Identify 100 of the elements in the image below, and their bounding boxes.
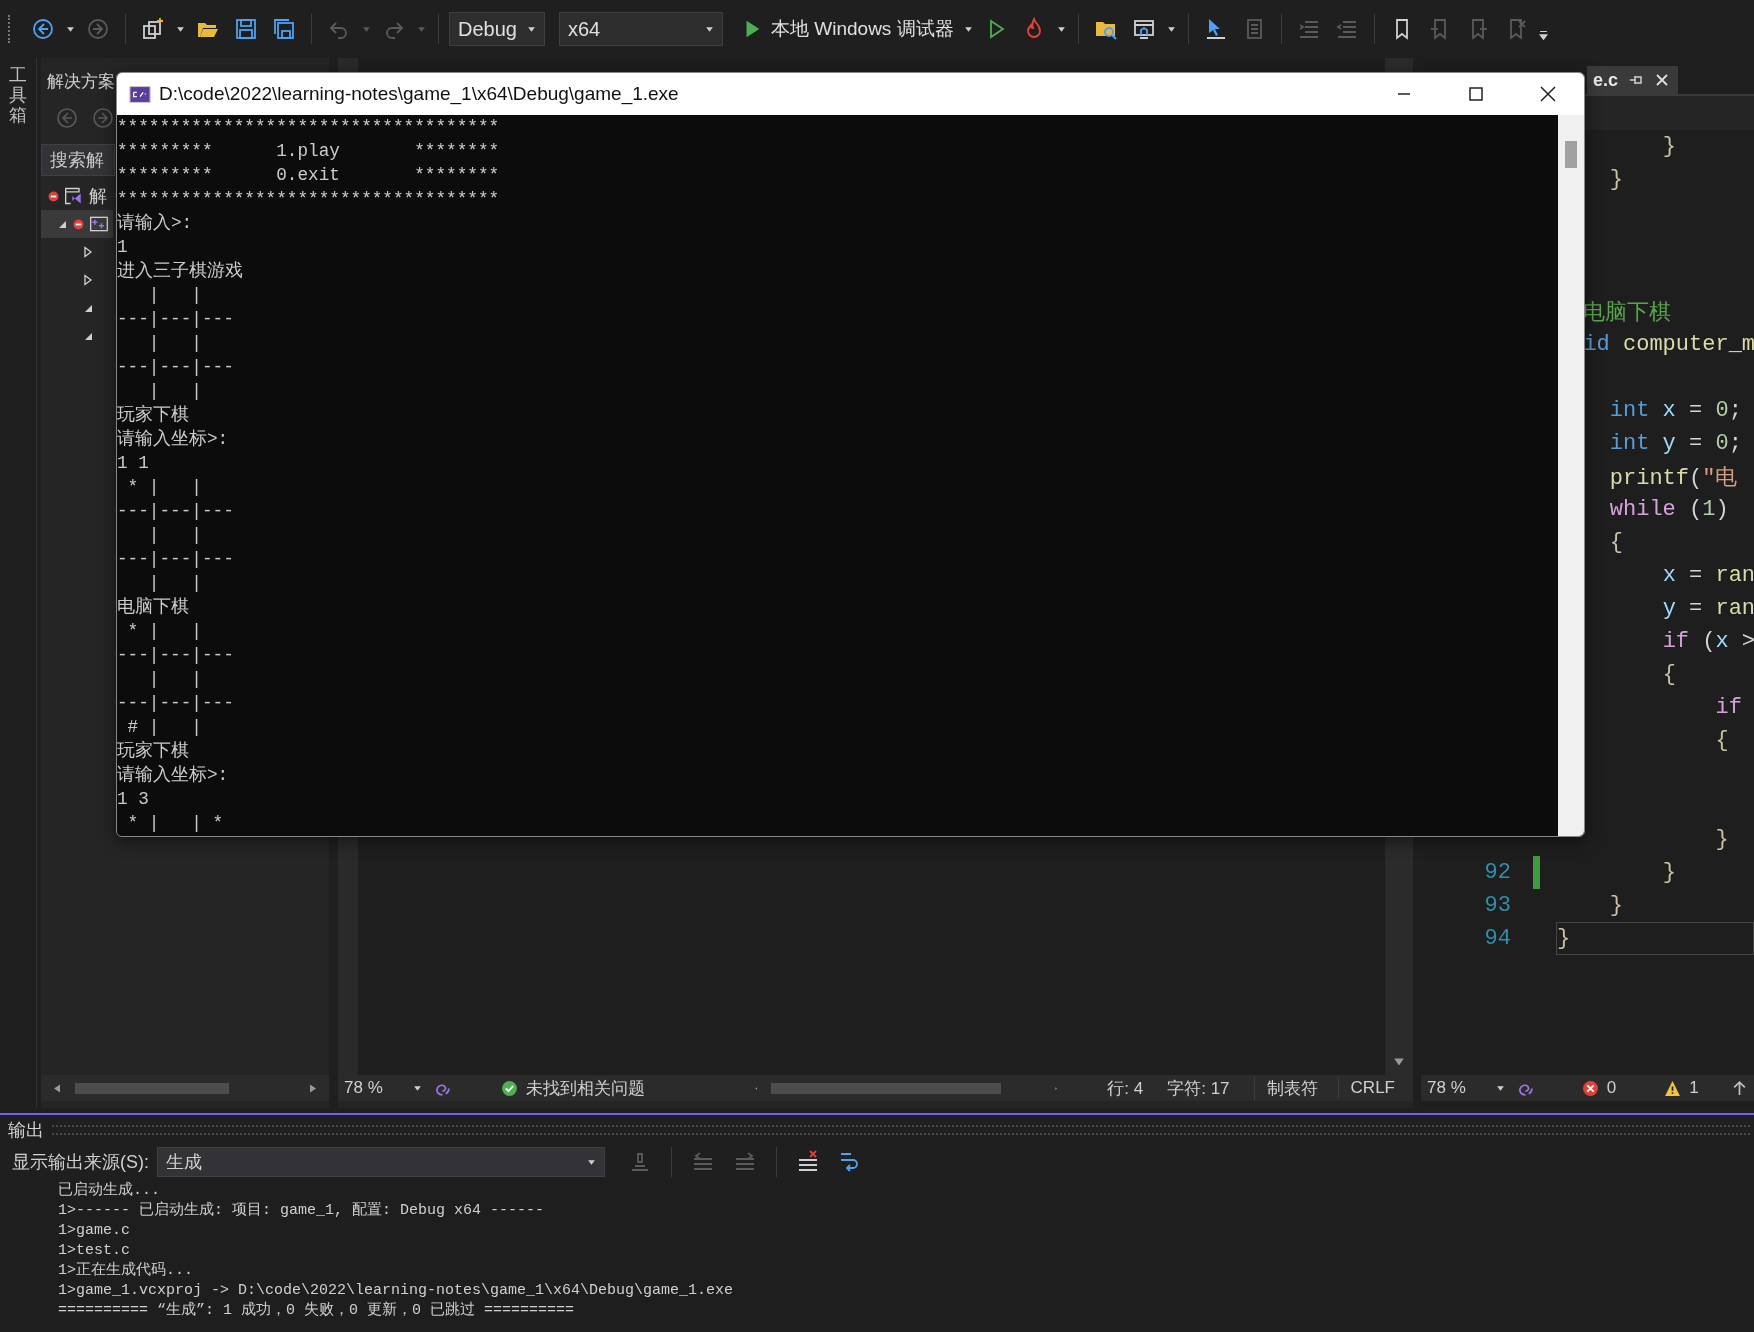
caret-icon[interactable]: [587, 1157, 596, 1167]
code-line: int y = 0;: [1609, 431, 1742, 456]
console-line: 请输入坐标>:: [117, 764, 230, 787]
code-line: printf("电: [1609, 464, 1738, 492]
scroll-down-icon[interactable]: [1393, 1057, 1405, 1067]
minus-icon: [73, 218, 84, 230]
console-line: * | |: [126, 620, 203, 643]
window-title: D:\code\2022\learning-notes\game_1\x64\Debug\game_1.exe: [159, 83, 679, 105]
console-line: ********* 1.play ********: [117, 140, 501, 163]
caret-icon[interactable]: [1166, 24, 1176, 34]
output-line: 1>test.c: [58, 1241, 131, 1261]
console-line: ---|---|---: [117, 548, 235, 571]
code-line: while (1): [1609, 497, 1729, 522]
clear-all-icon[interactable]: [796, 1150, 820, 1174]
up-arrow-icon[interactable]: [1731, 1079, 1748, 1097]
caret-icon[interactable]: [412, 1083, 422, 1093]
column-indicator[interactable]: 字符: 17: [1167, 1076, 1230, 1100]
console-line: 请输入>:: [117, 212, 194, 235]
caret-icon[interactable]: [527, 24, 536, 34]
issues-status[interactable]: 未找到相关问题: [525, 1076, 645, 1100]
console-line: 请输入坐标>:: [117, 428, 230, 451]
panel-title: 输出: [8, 1119, 44, 1142]
console-line: ---|---|---: [117, 356, 235, 379]
save-all-icon[interactable]: [272, 17, 296, 41]
warning-icon: [1664, 1079, 1682, 1097]
console-line: ************************************: [117, 116, 501, 139]
expand-icon[interactable]: [82, 274, 94, 286]
code-line: }: [1715, 827, 1729, 852]
caret-icon[interactable]: [963, 24, 973, 34]
line-ending-indicator[interactable]: CRLF: [1337, 1078, 1407, 1098]
console-line: | |: [147, 572, 203, 595]
output-line: 1>正在生成代码...: [58, 1261, 194, 1281]
file-tab[interactable]: e.c: [1587, 66, 1679, 94]
search-field[interactable]: 搜索解: [41, 144, 115, 176]
caret-icon[interactable]: [66, 24, 75, 34]
zoom-dropdown[interactable]: 78 %: [1427, 1078, 1509, 1098]
output-line: 1>game_1.vcxproj -> D:\code\2022\learning-notes\game_1\x64\Debug\game_1.exe: [58, 1281, 735, 1301]
expand-icon[interactable]: [82, 246, 94, 258]
line-number: 93: [1484, 893, 1511, 918]
console-line: ---|---|---: [117, 692, 235, 715]
solution-icon: [64, 186, 84, 206]
window-icon[interactable]: [1131, 17, 1156, 41]
caret-icon[interactable]: [176, 24, 185, 34]
code-line: if: [1715, 695, 1742, 720]
line-indicator[interactable]: 行: 4: [1107, 1076, 1144, 1100]
run-button[interactable]: 本地 Windows 调试器: [737, 16, 958, 42]
code-line: id computer_m: [1583, 332, 1754, 357]
console-line: ************************************: [117, 188, 501, 211]
code-line: }: [1609, 167, 1623, 192]
code-line: }: [1609, 893, 1623, 918]
tree-item[interactable]: 解: [41, 182, 111, 210]
line-number: 92: [1484, 860, 1511, 885]
scrollbar-thumb[interactable]: [1565, 141, 1577, 168]
caret-icon[interactable]: [705, 24, 714, 34]
scroll-right-icon[interactable]: [309, 1082, 317, 1094]
console-line: | |: [147, 284, 203, 307]
console-line: | |: [147, 668, 203, 691]
scrollbar-thumb[interactable]: [771, 1082, 1001, 1094]
console-line: * | | *: [126, 812, 225, 835]
console-line: ---|---|---: [117, 308, 235, 331]
console-line: 1 1: [117, 452, 150, 475]
minus-icon: [48, 190, 59, 202]
console-line: ********* 0.exit ********: [117, 164, 501, 187]
back-icon[interactable]: [31, 17, 55, 41]
output-line: ========== “生成”: 1 成功，0 失败，0 更新，0 已跳过 ==========: [58, 1301, 576, 1321]
save-icon[interactable]: [234, 17, 258, 41]
console-line: * | |: [126, 476, 203, 499]
console-line: 玩家下棋: [117, 740, 190, 763]
code-line: {: [1715, 728, 1729, 753]
error-icon: [1581, 1079, 1599, 1097]
warning-count[interactable]: 1: [1689, 1078, 1699, 1098]
scroll-left-icon[interactable]: [53, 1082, 61, 1094]
forward-icon[interactable]: [91, 106, 115, 130]
code-line: int x = 0;: [1609, 398, 1742, 423]
code-line: y = ran: [1662, 596, 1754, 621]
close-icon[interactable]: [1654, 72, 1671, 88]
console-line: 玩家下棋: [117, 404, 190, 427]
console-line: 电脑下棋: [117, 596, 190, 619]
code-line: 电脑下棋: [1583, 299, 1672, 327]
console-line: 1 3: [117, 788, 150, 811]
toolbox-tab[interactable]: 工具箱: [9, 66, 27, 126]
console-line: | |: [147, 524, 203, 547]
caret-icon[interactable]: [1056, 24, 1066, 34]
console-line: 1: [117, 236, 129, 259]
caret-icon[interactable]: [1495, 1083, 1505, 1093]
console-line: | |: [147, 380, 203, 403]
indent-indicator[interactable]: 制表符: [1253, 1076, 1330, 1100]
source-dropdown[interactable]: 生成: [157, 1147, 605, 1177]
error-count[interactable]: 0: [1606, 1078, 1617, 1098]
zoom-dropdown[interactable]: 78 %: [344, 1078, 426, 1098]
new-project-icon[interactable]: [141, 17, 165, 41]
code-line: }: [1662, 134, 1676, 159]
source-label: 显示输出来源(S):: [12, 1151, 149, 1174]
overflow-icon[interactable]: [1538, 30, 1548, 42]
code-line: x = ran: [1662, 563, 1754, 588]
scrollbar-thumb[interactable]: [75, 1082, 229, 1094]
tree-item[interactable]: [41, 210, 113, 238]
platform-dropdown[interactable]: x64: [559, 12, 723, 46]
project-icon: [89, 214, 109, 234]
configuration-dropdown[interactable]: Debug: [449, 12, 545, 46]
